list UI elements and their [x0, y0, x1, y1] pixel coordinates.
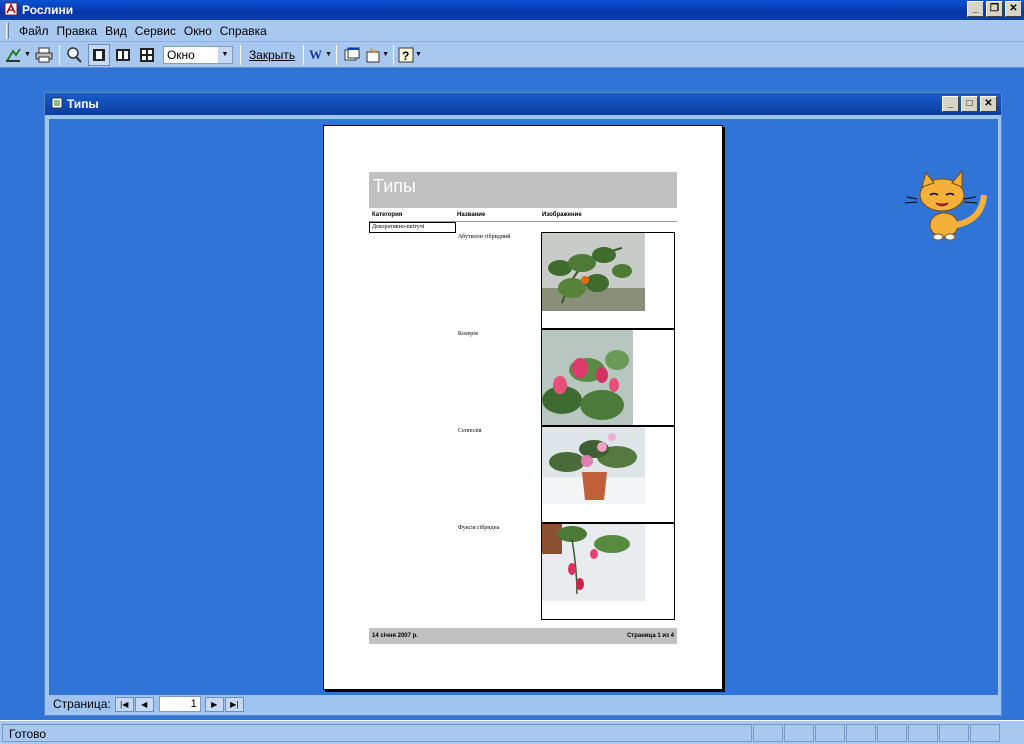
first-page-button[interactable]: |◀ — [114, 696, 134, 712]
cat-assistant-icon — [904, 169, 987, 241]
report-close-button[interactable]: ✕ — [980, 96, 997, 112]
toolbar-separator — [336, 44, 338, 65]
report-header-title: Типы — [369, 172, 677, 208]
toolbar-separator — [58, 44, 60, 65]
plant-image-frame — [541, 426, 675, 523]
multiple-pages-button[interactable] — [136, 44, 158, 66]
toolbar-separator — [393, 44, 395, 65]
report-page-footer: 14 січня 2007 р. Страница 1 из 4 — [369, 628, 677, 644]
one-page-icon — [92, 48, 105, 61]
print-preview-toolbar: ▼ Окно ▼ Закрыть W ▼ ▼ ? ▼ — [0, 42, 1024, 68]
menu-view[interactable]: Вид — [101, 24, 131, 38]
report-maximize-button[interactable]: □ — [961, 96, 978, 112]
design-view-button[interactable]: ▼ — [5, 44, 31, 66]
app-minimize-button[interactable]: _ — [967, 1, 984, 17]
next-page-button[interactable]: ▶ — [204, 696, 224, 712]
status-bar: Готово — [0, 720, 1024, 744]
two-pages-button[interactable] — [112, 44, 134, 66]
plant-image-frame — [541, 329, 675, 426]
two-pages-icon — [115, 48, 130, 61]
print-preview-area[interactable]: Типы Категория Название Изображение Деко… — [49, 119, 998, 695]
menu-tools[interactable]: Сервис — [131, 24, 180, 38]
plant-image-frame — [541, 523, 675, 620]
app-close-button[interactable]: ✕ — [1005, 1, 1022, 17]
report-page[interactable]: Типы Категория Название Изображение Деко… — [323, 125, 723, 690]
print-button[interactable] — [33, 44, 55, 66]
plant-name: Колерія — [458, 331, 478, 337]
status-indicator — [815, 723, 845, 742]
chevron-down-icon[interactable]: ▼ — [217, 46, 232, 63]
report-column-headers: Категория Название Изображение — [369, 210, 677, 222]
help-button[interactable]: ? ▼ — [398, 44, 422, 66]
toolbar-separator — [303, 44, 305, 65]
plant-photo — [542, 330, 633, 425]
report-window: Типы _ □ ✕ Типы Категория Название Изобр… — [44, 92, 1002, 716]
plant-name: Фуксія гібридна — [458, 525, 500, 531]
report-window-title-bar: Типы _ □ ✕ — [45, 93, 1001, 115]
status-indicator — [939, 723, 969, 742]
printer-icon — [35, 47, 53, 62]
design-view-icon — [6, 48, 21, 62]
plant-image-frame — [541, 232, 675, 329]
plant-photo — [542, 427, 645, 504]
office-assistant[interactable] — [902, 165, 992, 245]
menu-edit[interactable]: Правка — [53, 24, 102, 38]
database-window-button[interactable] — [341, 44, 363, 66]
database-window-icon — [344, 47, 360, 60]
column-header-name: Название — [457, 212, 486, 218]
status-indicator — [877, 723, 907, 742]
status-indicator — [970, 723, 1000, 742]
zoom-button[interactable] — [64, 44, 86, 66]
menu-grip[interactable] — [6, 22, 9, 39]
zoom-combo[interactable]: Окно ▼ — [162, 45, 233, 64]
column-header-category: Категория — [372, 212, 403, 218]
footer-page-number: Страница 1 из 4 — [626, 633, 674, 639]
toolbar-separator — [239, 44, 241, 65]
new-object-button[interactable]: ▼ — [365, 44, 389, 66]
next-page-icon: ▶ — [211, 699, 218, 709]
report-icon — [51, 97, 63, 112]
page-nav-label: Страница: — [53, 697, 111, 711]
plant-name: Абутилон гібридний — [458, 234, 511, 240]
previous-page-button[interactable]: ◀ — [134, 696, 154, 712]
status-indicator — [846, 723, 876, 742]
plant-name: Сенполія — [458, 428, 482, 434]
word-icon: W — [309, 47, 322, 62]
footer-date: 14 січня 2007 р. — [372, 633, 418, 639]
menu-file[interactable]: Файл — [15, 24, 53, 38]
record-navigation-bar: Страница: |◀ ◀ 1 ▶ ▶| — [49, 695, 998, 713]
multiple-pages-icon — [139, 47, 154, 62]
last-page-button[interactable]: ▶| — [224, 696, 244, 712]
one-page-button[interactable] — [87, 43, 110, 66]
first-page-icon: |◀ — [120, 699, 129, 709]
app-restore-button[interactable]: ❐ — [986, 1, 1003, 17]
page-number-input[interactable]: 1 — [158, 696, 201, 712]
office-links-button[interactable]: W ▼ — [308, 44, 332, 66]
svg-text:?: ? — [402, 49, 409, 63]
svg-text:W: W — [309, 47, 322, 62]
zoom-value: Окно — [166, 47, 195, 62]
plant-photo — [542, 233, 645, 311]
app-title: Рослини — [22, 3, 74, 17]
previous-page-icon: ◀ — [141, 699, 148, 709]
help-icon: ? — [398, 47, 414, 63]
last-page-icon: ▶| — [230, 699, 239, 709]
column-header-image: Изображение — [542, 212, 582, 218]
new-object-icon — [366, 47, 380, 62]
status-text: Готово — [2, 723, 752, 742]
plant-photo — [542, 524, 645, 601]
category-value: Декоративно-квітучі — [369, 222, 456, 233]
access-app-icon — [4, 2, 18, 19]
close-preview-button[interactable]: Закрыть — [245, 44, 299, 66]
menu-window[interactable]: Окно — [180, 24, 216, 38]
status-indicator — [753, 723, 783, 742]
report-minimize-button[interactable]: _ — [942, 96, 959, 112]
status-indicator — [908, 723, 938, 742]
app-title-bar: Рослини _ ❐ ✕ — [0, 0, 1024, 20]
status-indicator — [784, 723, 814, 742]
magnifier-icon — [67, 46, 82, 63]
menu-bar: Файл Правка Вид Сервис Окно Справка — [0, 20, 1024, 42]
report-window-title: Типы — [67, 97, 99, 111]
menu-help[interactable]: Справка — [216, 24, 271, 38]
